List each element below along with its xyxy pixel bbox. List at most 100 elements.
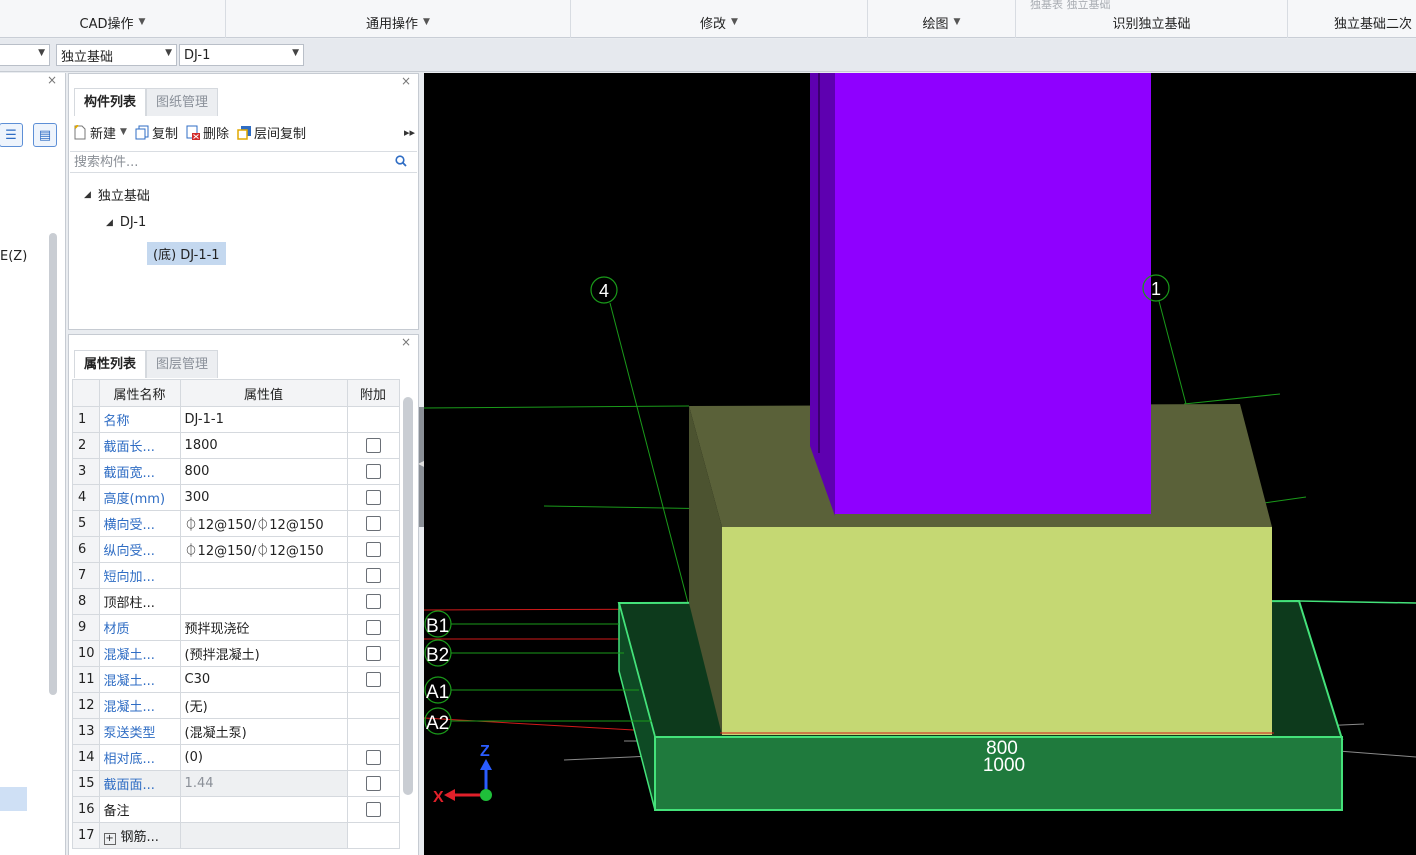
ribbon-group-footing-secondary[interactable]: 独立基础二次 bbox=[1288, 0, 1416, 38]
property-row[interactable]: 14 相对底... (0) bbox=[72, 744, 400, 771]
property-value[interactable]: (预拌混凝土) bbox=[179, 640, 348, 667]
property-name-cell: 混凝土... bbox=[98, 640, 181, 667]
search-input[interactable] bbox=[72, 153, 382, 171]
tree-node-dj1[interactable]: ◢ DJ-1 bbox=[106, 215, 146, 230]
property-row[interactable]: 10 混凝土... (预拌混凝土) bbox=[72, 640, 400, 667]
extra-checkbox[interactable] bbox=[365, 490, 381, 505]
tree-node-root[interactable]: ◢ 独立基础 bbox=[84, 185, 150, 204]
property-row[interactable]: 4 高度(mm) 300 bbox=[72, 484, 400, 511]
property-row[interactable]: 11 混凝土... C30 bbox=[72, 666, 400, 693]
ribbon-group-cad-ops[interactable]: CAD操作 ▼ bbox=[0, 0, 226, 38]
tree-node-dj1-1[interactable]: (底) DJ-1-1 bbox=[147, 242, 226, 265]
ribbon-group-identify-footing[interactable]: 识别独立基础 bbox=[1016, 0, 1288, 38]
more-icon[interactable]: ▸▸ bbox=[404, 126, 415, 139]
type-select[interactable]: 独立基础 ▼ bbox=[56, 44, 177, 66]
property-row[interactable]: 3 截面宽... 800 bbox=[72, 458, 400, 485]
extra-checkbox[interactable] bbox=[365, 516, 381, 531]
scrollbar[interactable] bbox=[49, 233, 57, 695]
extra-checkbox[interactable] bbox=[365, 750, 381, 765]
property-name-cell: 横向受... bbox=[98, 510, 181, 537]
property-value[interactable]: ⏀12@150/⏀12@150 bbox=[179, 510, 348, 537]
property-value[interactable] bbox=[179, 796, 348, 823]
extra-checkbox[interactable] bbox=[365, 438, 381, 453]
search-icon[interactable] bbox=[395, 155, 407, 171]
extra-checkbox[interactable] bbox=[365, 594, 381, 609]
property-row[interactable]: 5 横向受... ⏀12@150/⏀12@150 bbox=[72, 510, 400, 537]
property-value[interactable]: 300 bbox=[179, 484, 348, 511]
detail-view-icon[interactable]: ▤ bbox=[33, 123, 57, 147]
extra-checkbox[interactable] bbox=[365, 802, 381, 817]
ribbon-group-modify[interactable]: 修改 ▼ bbox=[571, 0, 868, 38]
property-name-cell: 截面长... bbox=[98, 432, 181, 459]
property-value[interactable]: C30 bbox=[179, 666, 348, 693]
property-row[interactable]: 7 短向加... bbox=[72, 562, 400, 589]
property-row[interactable]: 13 泵送类型 (混凝土泵) bbox=[72, 718, 400, 745]
property-row[interactable]: 15 截面面... 1.44 bbox=[72, 770, 400, 797]
property-value[interactable]: (0) bbox=[179, 744, 348, 771]
extra-checkbox[interactable] bbox=[365, 776, 381, 791]
property-row[interactable]: 16 备注 bbox=[72, 796, 400, 823]
expand-triangle-icon[interactable]: ◢ bbox=[84, 190, 91, 200]
floor-copy-button[interactable]: 层间复制 bbox=[237, 123, 306, 142]
expand-triangle-icon[interactable]: ◢ bbox=[106, 218, 113, 228]
close-icon[interactable]: × bbox=[47, 73, 57, 87]
property-value[interactable]: (无) bbox=[179, 692, 348, 719]
property-value[interactable]: DJ-1-1 bbox=[179, 406, 348, 433]
row-index: 3 bbox=[72, 458, 100, 485]
3d-viewport[interactable]: 4 1 B1 B2 A1 A2 800 1000 Z X bbox=[424, 73, 1416, 855]
header-property-value: 属性值 bbox=[179, 379, 348, 407]
property-value[interactable]: (混凝土泵) bbox=[179, 718, 348, 745]
extra-checkbox[interactable] bbox=[365, 542, 381, 557]
extra-checkbox[interactable] bbox=[365, 672, 381, 687]
property-row[interactable]: 12 混凝土... (无) bbox=[72, 692, 400, 719]
ribbon-group-draw[interactable]: 绘图 ▼ bbox=[868, 0, 1016, 38]
nav-item-partial[interactable]: E(Z) bbox=[0, 249, 27, 264]
property-row[interactable]: 9 材质 预拌现浇砼 bbox=[72, 614, 400, 641]
tab-component-list[interactable]: 构件列表 bbox=[74, 88, 147, 116]
delete-button[interactable]: 删除 bbox=[186, 123, 229, 142]
property-row[interactable]: 1 名称 DJ-1-1 bbox=[72, 406, 400, 433]
property-value[interactable] bbox=[179, 562, 348, 589]
property-name: 混凝土... bbox=[103, 648, 155, 663]
floor-copy-button-label: 层间复制 bbox=[253, 126, 306, 142]
copy-button[interactable]: 复制 bbox=[135, 123, 178, 142]
property-value[interactable] bbox=[179, 588, 348, 615]
property-name-cell: 顶部柱... bbox=[98, 588, 181, 615]
tab-property-list[interactable]: 属性列表 bbox=[74, 350, 147, 378]
left-nav-panel: × ☰ ▤ E(Z) bbox=[0, 73, 66, 855]
property-row[interactable]: 17 + 钢筋... bbox=[72, 822, 400, 849]
component-select[interactable]: DJ-1 ▼ bbox=[179, 44, 304, 66]
ribbon-group-general-ops[interactable]: 通用操作 ▼ bbox=[226, 0, 571, 38]
axis-line-1 bbox=[1158, 300, 1187, 405]
row-index: 11 bbox=[72, 666, 100, 693]
extra-checkbox[interactable] bbox=[365, 464, 381, 479]
delete-button-label: 删除 bbox=[202, 126, 229, 142]
nav-item-selected[interactable] bbox=[0, 787, 27, 811]
property-value[interactable]: 1.44 bbox=[179, 770, 348, 797]
extra-checkbox[interactable] bbox=[365, 620, 381, 635]
list-view-icon[interactable]: ☰ bbox=[0, 123, 23, 147]
extra-checkbox[interactable] bbox=[365, 646, 381, 661]
property-name: 短向加... bbox=[103, 570, 155, 585]
new-button[interactable]: 新建 ▼ bbox=[73, 123, 127, 142]
property-value[interactable]: 800 bbox=[179, 458, 348, 485]
property-value[interactable]: 预拌现浇砼 bbox=[179, 614, 348, 641]
close-icon[interactable]: × bbox=[401, 335, 411, 349]
floor-select[interactable]: ▼ bbox=[0, 44, 50, 66]
property-value[interactable]: 1800 bbox=[179, 432, 348, 459]
property-value[interactable] bbox=[179, 822, 348, 849]
viewport-canvas[interactable]: 4 1 B1 B2 A1 A2 800 1000 Z X bbox=[424, 73, 1416, 855]
property-value[interactable]: ⏀12@150/⏀12@150 bbox=[179, 536, 348, 563]
chevron-down-icon: ▼ bbox=[120, 127, 127, 137]
property-row[interactable]: 6 纵向受... ⏀12@150/⏀12@150 bbox=[72, 536, 400, 563]
extra-checkbox[interactable] bbox=[365, 568, 381, 583]
property-row[interactable]: 2 截面长... 1800 bbox=[72, 432, 400, 459]
extra-cell bbox=[346, 692, 400, 719]
expand-plus-icon[interactable]: + bbox=[103, 833, 116, 845]
property-row[interactable]: 8 顶部柱... bbox=[72, 588, 400, 615]
tab-drawing-management[interactable]: 图纸管理 bbox=[146, 88, 219, 116]
property-name: 相对底... bbox=[103, 752, 155, 767]
close-icon[interactable]: × bbox=[401, 74, 411, 88]
tab-layer-management[interactable]: 图层管理 bbox=[146, 350, 219, 378]
scrollbar[interactable] bbox=[403, 397, 413, 795]
